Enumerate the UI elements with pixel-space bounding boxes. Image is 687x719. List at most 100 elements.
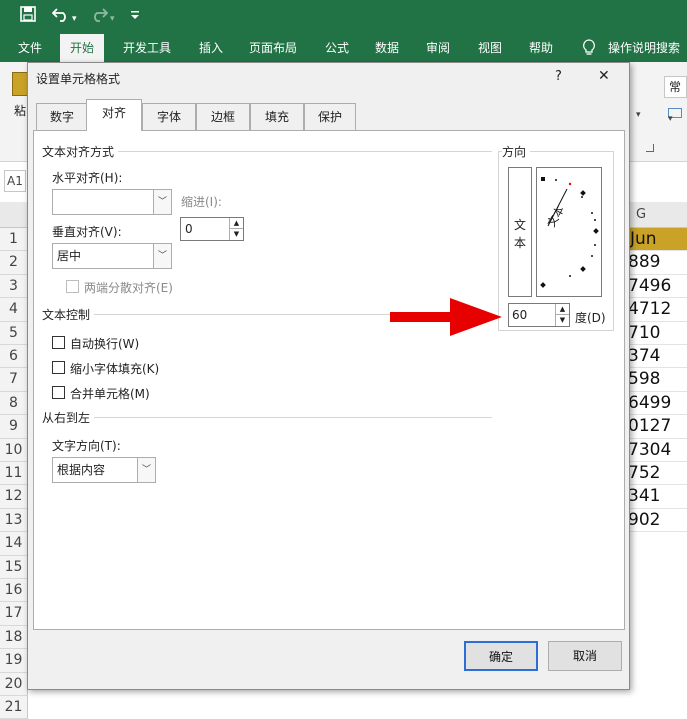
text-direction-select[interactable]: 根据内容 ﹀ bbox=[52, 457, 156, 483]
vertical-align-value: 居中 bbox=[57, 249, 82, 263]
row-header[interactable]: 11 bbox=[0, 462, 28, 486]
orientation-tick-marks bbox=[540, 177, 599, 288]
row-header[interactable]: 14 bbox=[0, 532, 28, 556]
lightbulb-icon[interactable] bbox=[582, 39, 596, 60]
tell-me-search[interactable]: 操作说明搜索 bbox=[606, 34, 682, 62]
menu-review[interactable]: 审阅 bbox=[424, 34, 452, 62]
distributed-checkbox[interactable] bbox=[66, 280, 79, 293]
paste-label[interactable]: 粘 bbox=[14, 102, 26, 119]
spin-down-icon[interactable]: ▼ bbox=[229, 229, 243, 240]
tab-protection[interactable]: 保护 bbox=[304, 103, 356, 130]
row-header[interactable]: 2 bbox=[0, 251, 28, 275]
column-g-cell[interactable]: 7304 bbox=[626, 439, 687, 462]
ok-button[interactable]: 确定 bbox=[464, 641, 538, 671]
row-header[interactable]: 7 bbox=[0, 368, 28, 392]
shrink-to-fit-checkbox[interactable] bbox=[52, 361, 65, 374]
column-g-cell[interactable]: 889 bbox=[626, 251, 687, 275]
menu-view[interactable]: 视图 bbox=[476, 34, 504, 62]
menu-page-layout[interactable]: 页面布局 bbox=[247, 34, 299, 62]
column-g-cell[interactable]: 598 bbox=[626, 368, 687, 392]
shrink-to-fit-label: 缩小字体填充(K) bbox=[70, 362, 160, 376]
select-all-corner[interactable] bbox=[0, 202, 28, 228]
right-to-left-heading: 从右到左 bbox=[42, 409, 95, 426]
column-g-cell[interactable]: 341 bbox=[626, 485, 687, 509]
tab-border[interactable]: 边框 bbox=[196, 103, 250, 130]
tab-fill[interactable]: 填充 bbox=[250, 103, 304, 130]
wrap-text-checkbox[interactable] bbox=[52, 336, 65, 349]
redo-icon[interactable] bbox=[90, 6, 109, 27]
column-g-cell[interactable]: 7496 bbox=[626, 275, 687, 299]
row-header[interactable]: 16 bbox=[0, 579, 28, 603]
column-g-header-cell[interactable]: Jun bbox=[626, 228, 687, 252]
menu-bar: 文件 开始 开发工具 插入 页面布局 公式 数据 审阅 视图 帮助 操作说明搜索 bbox=[0, 34, 687, 62]
spin-up-icon[interactable]: ▲ bbox=[555, 304, 569, 315]
undo-dropdown-icon[interactable]: ▾ bbox=[72, 9, 77, 29]
clipboard-icon[interactable] bbox=[12, 72, 28, 96]
degrees-spinner[interactable]: 60 ▲ ▼ bbox=[508, 303, 570, 327]
menu-formulas[interactable]: 公式 bbox=[323, 34, 351, 62]
row-header[interactable]: 20 bbox=[0, 672, 28, 696]
horizontal-align-select[interactable]: ﹀ bbox=[52, 189, 172, 215]
vertical-text-button[interactable]: 文 本 bbox=[508, 167, 532, 297]
row-header[interactable]: 10 bbox=[0, 438, 28, 462]
column-header-g[interactable]: G bbox=[626, 202, 687, 228]
undo-icon[interactable] bbox=[51, 6, 70, 27]
tab-number[interactable]: 数字 bbox=[36, 103, 88, 130]
column-g-cell[interactable]: 710 bbox=[626, 322, 687, 345]
row-header[interactable]: 17 bbox=[0, 602, 28, 626]
spin-down-icon[interactable]: ▼ bbox=[555, 315, 569, 326]
row-header[interactable]: 9 bbox=[0, 415, 28, 439]
tab-alignment[interactable]: 对齐 bbox=[86, 99, 142, 131]
merge-cells-checkbox[interactable] bbox=[52, 386, 65, 399]
row-header[interactable]: 15 bbox=[0, 555, 28, 579]
row-header[interactable]: 6 bbox=[0, 345, 28, 369]
row-header[interactable]: 13 bbox=[0, 508, 28, 533]
menu-developer[interactable]: 开发工具 bbox=[121, 34, 173, 62]
menu-home[interactable]: 开始 bbox=[60, 34, 105, 62]
menu-data[interactable]: 数据 bbox=[373, 34, 401, 62]
number-format-box[interactable]: 常 bbox=[664, 76, 687, 98]
close-button[interactable]: ✕ bbox=[598, 68, 610, 84]
tab-font[interactable]: 字体 bbox=[142, 103, 196, 130]
column-g-cell[interactable]: 4712 bbox=[626, 298, 687, 322]
distributed-label: 两端分散对齐(E) bbox=[84, 281, 173, 295]
row-header[interactable]: 4 bbox=[0, 298, 28, 322]
indent-spinner[interactable]: 0 ▲ ▼ bbox=[180, 217, 244, 241]
dropdown-arrow-icon[interactable]: ▾ bbox=[668, 114, 673, 124]
menu-file[interactable]: 文件 bbox=[16, 34, 44, 62]
column-g-cell[interactable]: 374 bbox=[626, 345, 687, 369]
horizontal-align-label: 水平对齐(H): bbox=[52, 171, 123, 185]
row-header[interactable]: 8 bbox=[0, 391, 28, 416]
tick-mark bbox=[541, 177, 545, 181]
row-header[interactable]: 12 bbox=[0, 485, 28, 509]
vertical-align-label: 垂直对齐(V): bbox=[52, 225, 122, 239]
row-header[interactable]: 1 bbox=[0, 228, 28, 252]
column-g-cell[interactable]: 902 bbox=[626, 509, 687, 533]
customize-icon[interactable] bbox=[130, 8, 140, 28]
row-header[interactable]: 19 bbox=[0, 649, 28, 673]
spin-up-icon[interactable]: ▲ bbox=[229, 218, 243, 229]
row-header[interactable]: 21 bbox=[0, 696, 28, 719]
chevron-down-icon[interactable]: ﹀ bbox=[153, 190, 171, 214]
save-icon[interactable] bbox=[20, 6, 36, 27]
vertical-align-select[interactable]: 居中 ﹀ bbox=[52, 243, 172, 269]
orientation-dial[interactable]: 文本 bbox=[536, 167, 602, 297]
menu-insert[interactable]: 插入 bbox=[197, 34, 225, 62]
menu-help[interactable]: 帮助 bbox=[527, 34, 555, 62]
chevron-down-icon[interactable]: ﹀ bbox=[153, 244, 171, 268]
row-header[interactable]: 3 bbox=[0, 274, 28, 299]
tick-mark bbox=[591, 255, 593, 257]
row-header[interactable]: 5 bbox=[0, 321, 28, 345]
dropdown-arrow-icon[interactable]: ▾ bbox=[636, 110, 641, 120]
redo-dropdown-icon[interactable]: ▾ bbox=[110, 9, 115, 29]
name-box[interactable]: A1 bbox=[4, 170, 26, 192]
dialog-launcher-icon[interactable] bbox=[646, 144, 654, 152]
row-header[interactable]: 18 bbox=[0, 625, 28, 650]
column-g-cell[interactable]: 752 bbox=[626, 462, 687, 486]
cancel-button[interactable]: 取消 bbox=[548, 641, 622, 671]
column-g-cell[interactable]: 6499 bbox=[626, 392, 687, 416]
help-button[interactable]: ? bbox=[555, 69, 562, 84]
column-g-cell[interactable]: 0127 bbox=[626, 415, 687, 439]
chevron-down-icon[interactable]: ﹀ bbox=[137, 458, 155, 482]
orientation-angle-text: 文本 bbox=[544, 203, 567, 229]
